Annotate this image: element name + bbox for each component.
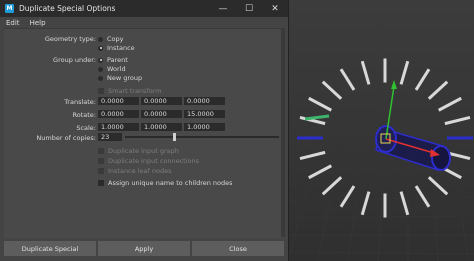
- translate-z-field[interactable]: 0.0000: [184, 97, 225, 105]
- instance-bar: [308, 96, 333, 112]
- instance-bar: [360, 191, 371, 216]
- close-button[interactable]: Close: [192, 241, 284, 256]
- group-new-group-radio[interactable]: New group: [98, 74, 142, 82]
- copies-slider-handle[interactable]: [173, 133, 176, 141]
- geometry-instance-radio[interactable]: Instance: [98, 44, 135, 52]
- radio-indicator: [98, 66, 103, 72]
- instance-bar-highlight: [304, 114, 330, 121]
- duplicate-special-dialog: M Duplicate Special Options — ☐ ✕ Edit H…: [0, 0, 288, 261]
- menu-edit[interactable]: Edit: [6, 19, 20, 27]
- menu-help[interactable]: Help: [30, 19, 46, 27]
- instance-bar: [339, 68, 356, 91]
- grid-line: [288, 196, 474, 202]
- smart-transform-checkbox[interactable]: Smart transform: [98, 87, 162, 95]
- maximize-button[interactable]: ☐: [236, 0, 262, 17]
- rotate-label: Rotate:: [72, 111, 96, 119]
- options-panel: Geometry type: Copy Instance Group under…: [4, 28, 285, 238]
- y-axis-arrow-icon: [391, 80, 397, 89]
- instance-bar: [321, 80, 343, 100]
- rotate-x-field[interactable]: 0.0000: [98, 110, 139, 118]
- radio-indicator: [98, 36, 103, 42]
- grid-line: [288, 177, 474, 185]
- assign-unique-name-checkbox[interactable]: Assign unique name to children nodes: [98, 179, 233, 187]
- scale-y-field[interactable]: 1.0000: [141, 123, 182, 131]
- group-under-label: Group under:: [53, 56, 96, 64]
- instance-bar: [444, 115, 471, 126]
- title-bar[interactable]: M Duplicate Special Options — ☐ ✕: [0, 0, 288, 17]
- translate-label: Translate:: [64, 98, 96, 106]
- grid-line: [288, 251, 474, 255]
- geometry-copy-radio[interactable]: Copy: [98, 35, 124, 43]
- close-window-button[interactable]: ✕: [262, 0, 288, 17]
- checkbox-box: [98, 88, 104, 94]
- scale-label: Scale:: [76, 124, 96, 132]
- duplicate-input-graph-checkbox[interactable]: Duplicate input graph: [98, 147, 179, 155]
- cylinder-cap-far: [431, 145, 451, 171]
- instance-bar: [399, 60, 410, 85]
- instance-bar: [360, 60, 371, 85]
- instance-bar: [437, 96, 462, 112]
- duplicate-input-connections-checkbox[interactable]: Duplicate input connections: [98, 157, 199, 165]
- instance-bar: [399, 191, 410, 216]
- minimize-button[interactable]: —: [210, 0, 236, 17]
- grid-line: [347, 139, 365, 261]
- geometry-type-label: Geometry type:: [44, 35, 96, 43]
- instance-bar: [339, 185, 356, 208]
- checkbox-box: [98, 168, 104, 174]
- radio-indicator: [98, 75, 103, 81]
- group-world-radio[interactable]: World: [98, 65, 126, 73]
- instance-bar: [427, 80, 449, 100]
- scale-x-field[interactable]: 1.0000: [98, 123, 139, 131]
- options-scrollbar[interactable]: [281, 28, 285, 237]
- button-bar: Duplicate Special Apply Close: [0, 241, 288, 261]
- duplicate-special-button[interactable]: Duplicate Special: [4, 241, 96, 256]
- copies-field[interactable]: 23: [98, 133, 122, 141]
- instance-bar: [414, 68, 431, 91]
- instance-bar: [299, 150, 326, 161]
- window-title: Duplicate Special Options: [19, 4, 116, 13]
- instance-bar: [427, 176, 449, 196]
- instance-bar: [308, 164, 333, 180]
- instance-bar: [414, 185, 431, 208]
- viewport-scene: [288, 58, 474, 261]
- checkbox-box: [98, 158, 104, 164]
- maya-app-icon: M: [5, 4, 14, 13]
- copies-label: Number of copies:: [36, 134, 96, 142]
- 3d-viewport[interactable]: [288, 0, 474, 261]
- rotate-y-field[interactable]: 0.0000: [141, 110, 182, 118]
- translate-y-field[interactable]: 0.0000: [141, 97, 182, 105]
- group-parent-radio[interactable]: Parent: [98, 56, 128, 64]
- copies-slider-track[interactable]: [125, 136, 279, 138]
- menu-bar: Edit Help: [0, 17, 288, 28]
- checkbox-box: [98, 180, 104, 186]
- rotate-z-field[interactable]: 15.0000: [184, 110, 225, 118]
- scale-z-field[interactable]: 1.0000: [184, 123, 225, 131]
- checkbox-box: [98, 148, 104, 154]
- radio-indicator: [98, 45, 103, 51]
- translate-x-field[interactable]: 0.0000: [98, 97, 139, 105]
- instance-leaf-nodes-checkbox[interactable]: Instance leaf nodes: [98, 167, 171, 175]
- apply-button[interactable]: Apply: [98, 241, 190, 256]
- radio-indicator: [98, 57, 103, 63]
